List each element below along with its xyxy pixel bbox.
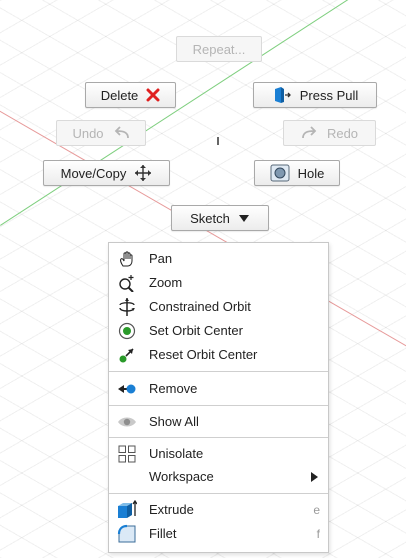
menu-item-label: Remove — [149, 381, 198, 396]
menu-item-label: Workspace — [149, 469, 214, 484]
menu-item-zoom[interactable]: Zoom — [109, 271, 328, 294]
menu-item-label: Constrained Orbit — [149, 299, 251, 314]
sketch-dropdown-button[interactable]: Sketch — [171, 205, 269, 231]
menu-separator — [109, 405, 328, 406]
move-copy-label: Move/Copy — [60, 165, 127, 181]
y-axis-line — [0, 0, 395, 226]
reset-orbit-center-icon — [117, 345, 137, 365]
zoom-icon — [117, 273, 137, 293]
menu-item-fillet[interactable]: Fillet f — [109, 522, 328, 545]
move-icon — [134, 164, 152, 182]
extrude-icon — [117, 499, 137, 520]
hand-icon — [117, 249, 137, 269]
menu-separator — [109, 437, 328, 438]
redo-button[interactable]: Redo — [283, 120, 376, 146]
menu-item-label: Show All — [149, 414, 199, 429]
menu-item-label: Fillet — [149, 526, 177, 541]
menu-item-unisolate[interactable]: Unisolate — [109, 442, 328, 465]
undo-label: Undo — [72, 125, 104, 141]
hole-icon — [270, 164, 290, 182]
menu-item-remove[interactable]: Remove — [109, 377, 328, 400]
hole-button[interactable]: Hole — [254, 160, 340, 186]
menu-item-label: Extrude — [149, 502, 194, 517]
press-pull-button[interactable]: Press Pull — [253, 82, 377, 108]
shortcut-hint: e — [313, 502, 320, 517]
menu-separator — [109, 493, 328, 494]
hole-label: Hole — [297, 165, 325, 181]
unisolate-icon — [117, 444, 137, 464]
constrained-orbit-icon — [117, 297, 137, 317]
eye-icon — [117, 412, 137, 432]
undo-icon — [112, 126, 130, 140]
press-pull-icon — [272, 85, 292, 105]
move-copy-button[interactable]: Move/Copy — [43, 160, 170, 186]
menu-separator — [109, 371, 328, 372]
press-pull-label: Press Pull — [299, 87, 359, 103]
orbit-center-icon — [117, 321, 137, 341]
repeat-button[interactable]: Repeat... — [176, 36, 262, 62]
caret-down-icon — [238, 214, 250, 223]
menu-item-label: Zoom — [149, 275, 183, 290]
remove-icon — [117, 379, 137, 399]
context-menu: Pan Zoom Constrained Orbit Set Orbit Cen… — [108, 242, 329, 553]
submenu-arrow-icon — [311, 471, 318, 482]
redo-icon — [301, 126, 319, 140]
menu-item-workspace[interactable]: Workspace — [109, 465, 328, 488]
sketch-label: Sketch — [190, 210, 230, 226]
delete-label: Delete — [100, 87, 139, 103]
delete-button[interactable]: Delete — [85, 82, 176, 108]
menu-item-label: Pan — [149, 251, 173, 266]
redo-label: Redo — [326, 125, 359, 141]
menu-item-extrude[interactable]: Extrude e — [109, 498, 328, 521]
menu-item-constrained-orbit[interactable]: Constrained Orbit — [109, 295, 328, 318]
undo-button[interactable]: Undo — [56, 120, 146, 146]
menu-item-pan[interactable]: Pan — [109, 247, 328, 270]
menu-item-label: Reset Orbit Center — [149, 347, 258, 362]
shortcut-hint: f — [316, 526, 320, 541]
menu-item-label: Set Orbit Center — [149, 323, 243, 338]
fillet-icon — [117, 524, 137, 544]
menu-item-show-all[interactable]: Show All — [109, 410, 328, 433]
delete-x-icon — [146, 88, 160, 102]
menu-item-reset-orbit-center[interactable]: Reset Orbit Center — [109, 343, 328, 366]
menu-item-label: Unisolate — [149, 446, 204, 461]
cursor-marker — [217, 137, 219, 145]
menu-item-set-orbit-center[interactable]: Set Orbit Center — [109, 319, 328, 342]
repeat-label: Repeat... — [192, 41, 246, 57]
